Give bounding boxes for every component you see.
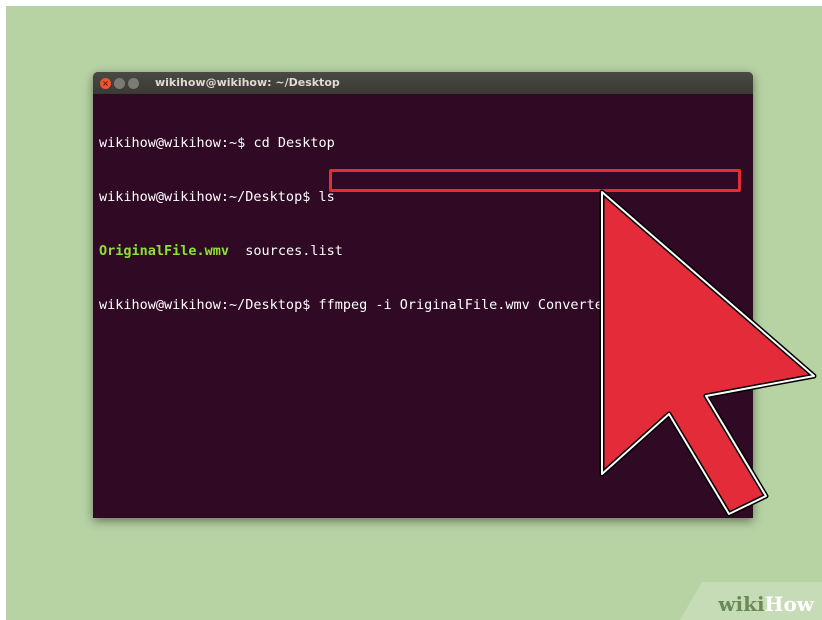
wikihow-watermark: wikiHow [672,572,822,620]
illustration-background: × wikihow@wikihow: ~/Desktop wikihow@wik… [6,6,822,620]
cursor-arrow-icon [599,189,817,517]
watermark-text: wikiHow [718,592,814,616]
